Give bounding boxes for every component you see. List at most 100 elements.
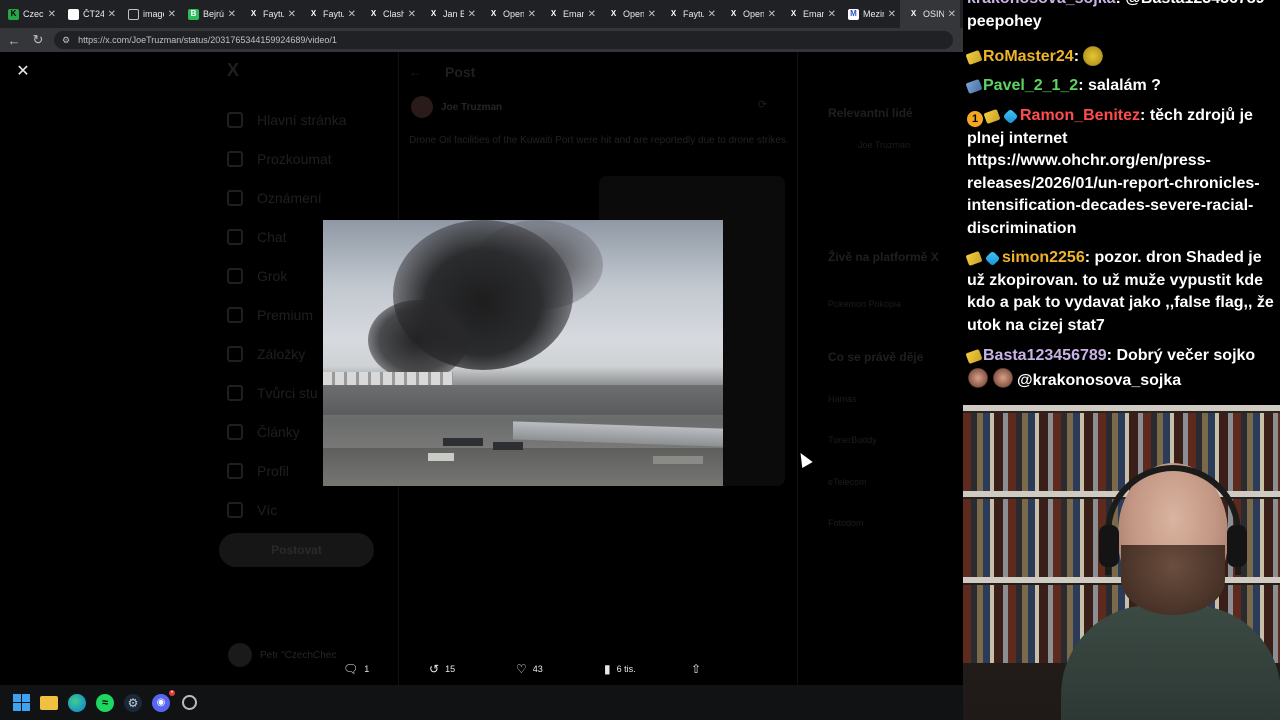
trend-item[interactable]: Fotodom <box>828 518 864 528</box>
account-switcher[interactable]: Petr "CzechChec <box>228 643 336 667</box>
browser-tab[interactable]: X Open ✕ <box>480 0 540 28</box>
trend-item[interactable]: TunerBuddy <box>828 435 877 445</box>
browser-tab[interactable]: X Eman ✕ <box>780 0 840 28</box>
live-item[interactable]: Pokemon Pokopia <box>828 299 901 309</box>
x-icon: X <box>910 9 917 18</box>
browser-tab[interactable]: X Faytul ✕ <box>240 0 300 28</box>
close-tab-icon[interactable]: ✕ <box>528 9 536 20</box>
browser-tab[interactable]: image ✕ <box>120 0 180 28</box>
ct24-icon <box>68 8 79 20</box>
shelf-edge <box>963 405 1280 411</box>
chat-username[interactable]: Basta123456789 <box>983 347 1107 364</box>
like-button[interactable]: ♡ 43 <box>516 662 543 676</box>
browser-tab[interactable]: X Eman ✕ <box>540 0 600 28</box>
chat-username[interactable]: RoMaster24 <box>983 48 1074 65</box>
chat-username[interactable]: krakonosova_sojka <box>967 0 1116 7</box>
post-button[interactable]: Postovat <box>219 533 374 567</box>
steam-icon[interactable]: ⚙ <box>124 693 142 712</box>
chat-username[interactable]: simon2256 <box>1002 249 1085 266</box>
views-button[interactable]: ▮ 6 tis. <box>604 662 636 676</box>
relevant-person-name[interactable]: Joe Truzman <box>858 140 910 150</box>
x-logo-icon[interactable]: X <box>227 60 239 81</box>
browser-tab[interactable]: X Faytul ✕ <box>660 0 720 28</box>
nav-icon <box>227 501 243 518</box>
browser-tab[interactable]: X Jan Be ✕ <box>420 0 480 28</box>
page-title: Post <box>445 64 476 80</box>
tab-label: Clash <box>383 9 404 19</box>
post-author[interactable]: Joe Truzman <box>411 96 502 118</box>
video-player[interactable] <box>323 220 723 486</box>
browser-tab[interactable]: X Open ✕ <box>720 0 780 28</box>
close-tab-icon[interactable]: ✕ <box>228 9 236 20</box>
nav-icon <box>227 306 243 323</box>
site-info-icon[interactable]: ⚙ <box>62 35 70 46</box>
nav-icon <box>227 228 243 245</box>
reply-button[interactable]: 🗨 1 <box>343 662 369 676</box>
browser-tab[interactable]: M Mezin ✕ <box>840 0 900 28</box>
windows-start-icon[interactable] <box>12 694 30 712</box>
close-tab-icon[interactable]: ✕ <box>708 9 716 20</box>
close-tab-icon[interactable]: ✕ <box>168 9 176 20</box>
nav-label: Oznámení <box>257 189 322 206</box>
share-icon: ⇧ <box>691 662 702 676</box>
tab-label: Jan Be <box>443 9 464 19</box>
nav-icon <box>227 150 243 167</box>
post-text: Drone Oil facilities of the Kuwaiti Port… <box>409 135 789 146</box>
tab-label: ČT24 <box>83 9 104 19</box>
nav-item[interactable]: Oznámení <box>227 178 397 217</box>
repost-button[interactable]: ↺ 15 <box>429 662 455 676</box>
file-explorer-icon[interactable] <box>40 694 58 712</box>
close-tab-icon[interactable]: ✕ <box>888 9 896 20</box>
browser-tab[interactable]: X Faytul ✕ <box>300 0 360 28</box>
nav-item[interactable]: Hlavní stránka <box>227 100 397 139</box>
close-tab-icon[interactable]: ✕ <box>648 9 656 20</box>
browser-tab[interactable]: K Czech ✕ <box>0 0 60 28</box>
nav-item[interactable]: Víc <box>227 490 397 529</box>
back-arrow-icon[interactable]: ← <box>409 65 421 79</box>
share-button[interactable]: ⇧ <box>691 662 701 676</box>
url-field[interactable]: ⚙ https://x.com/JoeTruzman/status/203176… <box>54 31 953 49</box>
close-icon[interactable]: ✕ <box>14 63 32 81</box>
webcam-feed <box>963 405 1280 720</box>
chat-username[interactable]: Pavel_2_1_2 <box>983 77 1078 94</box>
edge-browser-icon[interactable] <box>68 693 86 712</box>
close-tab-icon[interactable]: ✕ <box>48 9 56 20</box>
browser-tab[interactable]: X Clash ✕ <box>360 0 420 28</box>
nav-item[interactable]: Prozkoumat <box>227 139 397 178</box>
trend-item[interactable]: eTelecom <box>828 477 867 487</box>
bits-badge-icon <box>965 250 983 267</box>
reload-icon[interactable]: ↻ <box>30 32 46 48</box>
close-tab-icon[interactable]: ✕ <box>828 9 836 20</box>
tab-label: Eman <box>803 9 824 19</box>
nav-icon <box>227 462 243 479</box>
close-tab-icon[interactable]: ✕ <box>108 9 116 20</box>
chat-message: Pavel_2_1_2: salalám ? <box>965 75 1277 98</box>
back-arrow-icon[interactable]: ← <box>6 33 22 48</box>
vehicle <box>443 438 483 446</box>
close-tab-icon[interactable]: ✕ <box>288 9 296 20</box>
close-tab-icon[interactable]: ✕ <box>948 9 956 20</box>
browser-tab[interactable]: X Open ✕ <box>600 0 660 28</box>
tab-label: Eman <box>563 9 584 19</box>
views-icon: ▮ <box>604 662 611 676</box>
close-tab-icon[interactable]: ✕ <box>588 9 596 20</box>
star-badge-icon <box>965 78 983 95</box>
chat-username[interactable]: Ramon_Benitez <box>1020 107 1140 124</box>
browser-tab[interactable]: X OSINT ✕ <box>900 0 960 28</box>
account-name: Petr "CzechChec <box>260 649 337 661</box>
close-tab-icon[interactable]: ✕ <box>468 9 476 20</box>
face-emote-icon <box>992 367 1014 390</box>
browser-tab[interactable]: ČT24 ✕ <box>60 0 120 28</box>
browser-tab[interactable]: B Bejrút ✕ <box>180 0 240 28</box>
app-icon[interactable] <box>180 694 198 712</box>
chat-message: RoMaster24: <box>965 44 1277 69</box>
spotify-icon[interactable]: ≈ <box>96 693 114 712</box>
grok-icon[interactable]: ⟳ <box>758 98 767 111</box>
reply-icon: 🗨 <box>343 662 359 676</box>
close-tab-icon[interactable]: ✕ <box>408 9 416 20</box>
discord-icon[interactable]: ◉ • <box>152 689 175 712</box>
chat-mention[interactable]: @krakonosova_sojka <box>1017 372 1181 389</box>
close-tab-icon[interactable]: ✕ <box>768 9 776 20</box>
trend-item[interactable]: Hamas <box>828 394 857 404</box>
close-tab-icon[interactable]: ✕ <box>348 9 356 20</box>
